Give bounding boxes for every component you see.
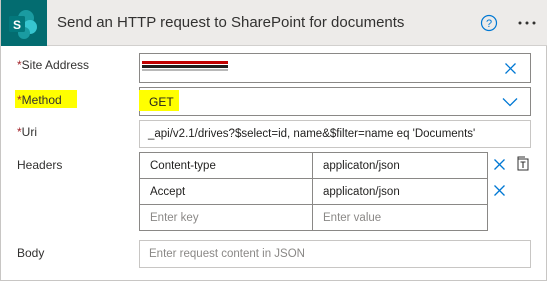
header-key-placeholder: Enter key [150,211,199,224]
header-value-value: applicaton/json [323,185,400,198]
toggle-text-mode-icon[interactable] [516,156,530,171]
sharepoint-logo-letter: S [13,18,21,32]
new-header-value-input[interactable]: Enter value [312,204,488,231]
header-value-input[interactable]: applicaton/json [312,178,488,205]
more-ellipsis-icon[interactable] [515,13,539,33]
body-label: Body [17,246,45,260]
action-title: Send an HTTP request to SharePoint for d… [57,14,405,31]
header-key-input[interactable]: Accept [139,178,313,205]
svg-text:?: ? [486,18,492,30]
header-key-value: Accept [150,185,186,198]
sharepoint-logo-icon: S [9,9,37,39]
body-input[interactable]: Enter request content in JSON [139,240,531,268]
header-value-input[interactable]: applicaton/json [312,152,488,179]
redacted-bar-dark [142,65,228,68]
method-label: *Method [17,93,62,107]
uri-value: _api/v2.1/drives?$select=id, name&$filte… [148,128,476,140]
body-placeholder: Enter request content in JSON [149,248,305,260]
site-address-label-text: Site Address [21,58,90,72]
header-value-placeholder: Enter value [323,211,382,224]
chevron-down-icon[interactable] [502,97,518,107]
uri-input[interactable]: _api/v2.1/drives?$select=id, name&$filte… [139,120,531,148]
site-address-field[interactable] [139,53,531,83]
clear-x-icon[interactable] [504,62,517,75]
help-circle-icon[interactable]: ? [479,13,499,33]
uri-label: *Uri [17,125,37,139]
header-key-input[interactable]: Content-type [139,152,313,179]
headers-label: Headers [17,158,63,172]
new-header-key-input[interactable]: Enter key [139,204,313,231]
method-dropdown[interactable]: GET [139,87,531,116]
redacted-bar-red [142,61,228,64]
remove-header-x-icon[interactable] [493,158,506,171]
site-address-label: *Site Address [17,58,89,72]
method-value: GET [149,94,174,109]
sharepoint-app-icon: S [1,0,47,46]
http-request-action-card: S Send an HTTP request to SharePoint for… [0,0,547,281]
redacted-bar-gray [142,69,228,71]
action-header[interactable]: S Send an HTTP request to SharePoint for… [1,0,547,46]
method-label-text: Method [21,93,62,107]
header-value-value: applicaton/json [323,159,400,172]
remove-header-x-icon[interactable] [493,184,506,197]
uri-label-text: Uri [21,125,37,139]
header-key-value: Content-type [150,159,216,172]
